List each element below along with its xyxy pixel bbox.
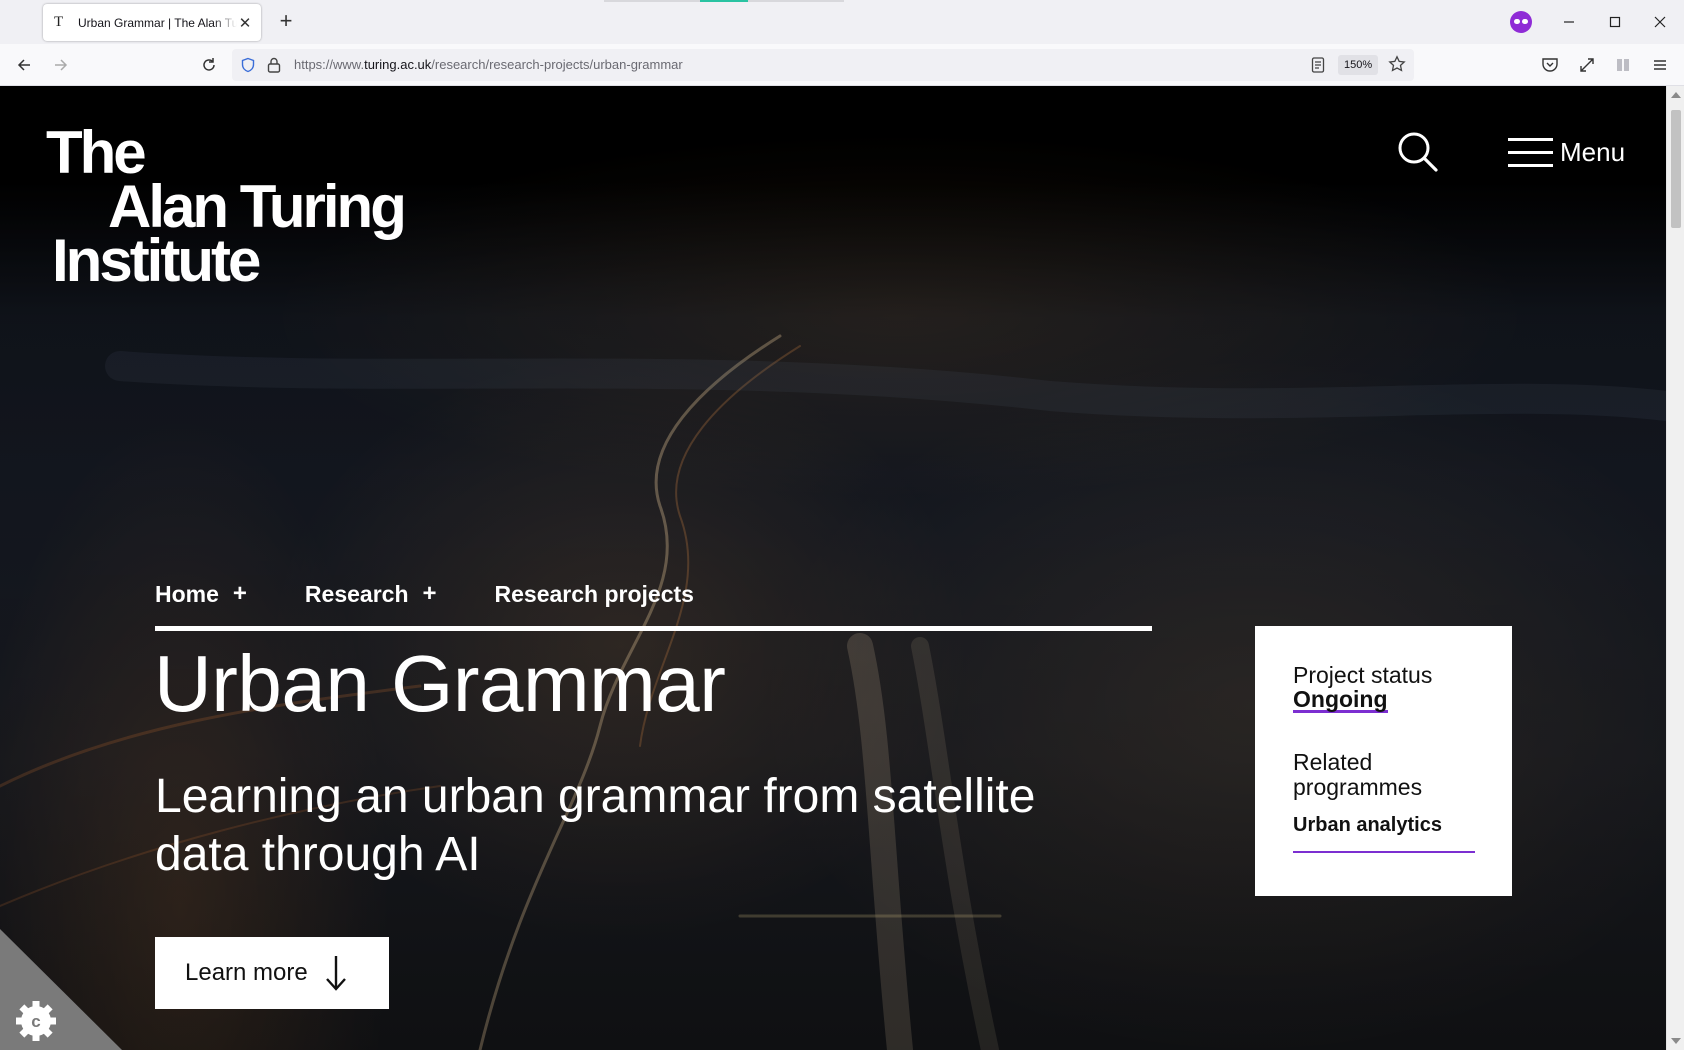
breadcrumb-label[interactable]: Home [155, 581, 219, 608]
learn-more-label: Learn more [185, 959, 308, 986]
breadcrumb-label[interactable]: Research projects [495, 581, 694, 608]
reader-view-icon[interactable] [1310, 56, 1326, 79]
project-status-value[interactable]: Ongoing [1293, 688, 1388, 713]
hamburger-icon[interactable] [1648, 53, 1672, 77]
page-subtitle: Learning an urban grammar from satellite… [155, 770, 1036, 881]
drag-strip [604, 0, 844, 2]
page-title: Urban Grammar [154, 639, 726, 728]
tab-title: Urban Grammar | The Alan Turing Institut… [78, 15, 237, 30]
reload-icon[interactable] [197, 53, 221, 77]
tab-close-icon[interactable]: ✕ [237, 14, 253, 32]
learn-more-button[interactable]: Learn more [155, 937, 389, 1009]
site-menu-button[interactable]: Menu [1508, 134, 1625, 170]
expand-icon[interactable] [1575, 53, 1599, 77]
breadcrumb-expand-icon[interactable]: + [233, 580, 247, 608]
cookie-settings-gear-icon: c [16, 1001, 56, 1041]
breadcrumb-expand-icon[interactable]: + [423, 580, 437, 608]
pocket-icon[interactable] [1538, 53, 1562, 77]
logo-line-2: Alan Turing [108, 173, 407, 240]
cookie-settings-button[interactable]: c [0, 929, 122, 1050]
menu-label: Menu [1560, 136, 1626, 167]
private-browsing-icon [1510, 11, 1532, 33]
browser-titlebar: T Urban Grammar | The Alan Turing Instit… [0, 0, 1684, 44]
svg-text:c: c [31, 1012, 40, 1031]
library-icon[interactable] [1611, 53, 1635, 77]
logo-line-1: The [46, 119, 147, 186]
scroll-up-icon[interactable] [1671, 92, 1681, 98]
url-text[interactable]: https://www.turing.ac.uk/research/resear… [294, 57, 683, 72]
breadcrumb-item-home[interactable]: Home + [155, 580, 247, 608]
related-programme-link[interactable]: Urban analytics [1293, 814, 1475, 853]
url-bar[interactable]: https://www.turing.ac.uk/research/resear… [232, 49, 1414, 81]
window-minimize-button[interactable] [1554, 8, 1584, 36]
scrollbar-thumb[interactable] [1671, 110, 1681, 228]
search-icon[interactable] [1396, 130, 1440, 174]
breadcrumb-item-research[interactable]: Research + [305, 580, 437, 608]
favicon-icon: T [54, 14, 64, 30]
window-close-button[interactable] [1645, 8, 1675, 36]
browser-navbar: https://www.turing.ac.uk/research/resear… [0, 44, 1684, 86]
project-info-card: Project status Ongoing Related programme… [1255, 626, 1512, 896]
tracking-protection-shield-icon[interactable] [240, 57, 256, 78]
arrow-down-icon [325, 956, 346, 991]
breadcrumb: Home + Research + Research projects [155, 580, 752, 608]
page-viewport: The Alan Turing Institute Menu Home + Re… [0, 86, 1666, 1050]
back-arrow-icon[interactable] [12, 53, 36, 77]
new-tab-button[interactable]: + [275, 10, 297, 32]
window-maximize-button[interactable] [1600, 8, 1630, 36]
lock-icon[interactable] [266, 56, 282, 79]
title-divider [155, 626, 1152, 631]
menu-hamburger-icon [1508, 136, 1553, 168]
forward-arrow-icon[interactable] [49, 53, 73, 77]
project-status-label: Project status [1293, 662, 1433, 688]
site-logo[interactable]: The Alan Turing Institute [46, 119, 407, 294]
breadcrumb-item-research-projects[interactable]: Research projects [495, 580, 694, 608]
star-icon[interactable] [1388, 55, 1406, 78]
browser-tab-active[interactable]: T Urban Grammar | The Alan Turing Instit… [43, 4, 261, 41]
related-programmes-label: Related programmes [1293, 749, 1423, 800]
page-scrollbar[interactable] [1666, 86, 1684, 1050]
zoom-level-badge[interactable]: 150% [1338, 55, 1379, 75]
scroll-down-icon[interactable] [1671, 1038, 1681, 1044]
breadcrumb-label[interactable]: Research [305, 581, 409, 608]
logo-line-3: Institute [52, 227, 261, 294]
